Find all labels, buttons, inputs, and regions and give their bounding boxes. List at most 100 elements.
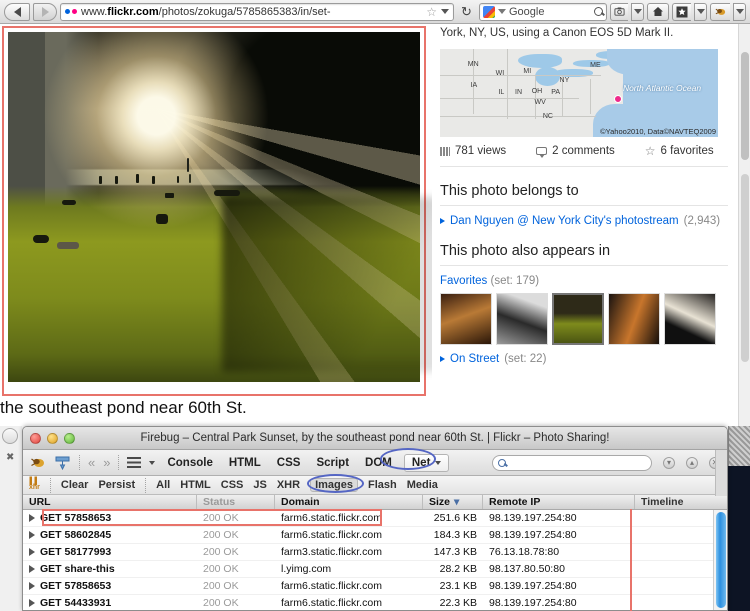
firebug-titlebar[interactable]: Firebug – Central Park Sunset, by the so… — [23, 427, 727, 450]
screenshot-dropdown[interactable] — [631, 2, 644, 21]
firebug-dropdown[interactable] — [733, 2, 746, 21]
row-url[interactable]: GET 58602845 — [23, 529, 197, 541]
photostream-link-row[interactable]: Dan Nguyen @ New York City's photostream… — [440, 215, 728, 227]
photo-shadow — [222, 196, 453, 372]
column-header-remote-ip[interactable]: Remote IP — [483, 495, 635, 509]
tab-net-caret-icon[interactable] — [435, 460, 442, 465]
stat-comments[interactable]: 2 comments — [536, 145, 615, 158]
filter-html[interactable]: HTML — [180, 479, 211, 491]
net-vertical-scrollbar[interactable] — [713, 510, 727, 610]
table-row[interactable]: GET share-this 200 OK l.yimg.com 28.2 KB 98.… — [23, 561, 727, 578]
zoom-button[interactable] — [64, 432, 75, 444]
stat-favorites[interactable]: ☆ 6 favorites — [645, 145, 714, 157]
screenshot-button[interactable] — [610, 2, 628, 21]
table-row[interactable]: GET 54433931 200 OK farm6.static.flickr.co… — [23, 595, 727, 610]
row-domain: farm6.static.flickr.com — [281, 597, 382, 609]
on-street-link[interactable]: On Street — [450, 353, 499, 365]
firebug-bug-icon[interactable] — [29, 454, 46, 471]
expand-triangle-icon[interactable] — [29, 531, 35, 539]
table-row[interactable]: GET 58177993 200 OK farm3.static.flickr.co… — [23, 544, 727, 561]
row-url[interactable]: GET 57858653 — [23, 580, 197, 592]
collapse-right-icon[interactable]: » — [103, 455, 110, 470]
thumbnail[interactable] — [440, 293, 492, 345]
on-street-row[interactable]: On Street (set: 22) — [440, 353, 728, 365]
window-controls[interactable] — [30, 432, 75, 444]
collapse-left-icon[interactable]: « — [88, 455, 95, 470]
options-button[interactable]: ▾ — [663, 456, 675, 469]
inspect-element-icon[interactable] — [54, 454, 71, 471]
filter-clear[interactable]: Clear — [61, 479, 89, 491]
row-url[interactable]: GET 54433931 — [23, 597, 197, 609]
thumbnail-selected[interactable] — [552, 293, 604, 345]
window-corner-control[interactable] — [2, 428, 18, 444]
search-engine-dropdown-icon[interactable] — [498, 9, 506, 14]
address-bar[interactable]: www.flickr.com/photos/zokuga/5785865383/… — [60, 2, 454, 21]
address-dropdown-icon[interactable] — [441, 9, 449, 14]
xhr-icon: ▌▌ xhr — [29, 478, 40, 491]
filter-persist[interactable]: Persist — [98, 479, 135, 491]
expand-triangle-icon[interactable] — [29, 582, 35, 590]
map-ocean-label: North Atlantic Ocean — [622, 83, 702, 93]
expand-triangle-icon[interactable] — [29, 548, 35, 556]
tab-net[interactable]: Net — [403, 453, 450, 472]
forward-button[interactable] — [33, 2, 57, 21]
filter-js[interactable]: JS — [253, 479, 266, 491]
row-url[interactable]: GET 58177993 — [23, 546, 197, 558]
row-url[interactable]: GET share-this — [23, 563, 197, 575]
page-scrollbar[interactable] — [738, 24, 750, 440]
firebug-button[interactable] — [710, 2, 730, 21]
filter-xhr[interactable]: XHR — [277, 479, 300, 491]
filter-css[interactable]: CSS — [221, 479, 244, 491]
filter-all[interactable]: All — [156, 479, 170, 491]
tab-console[interactable]: Console — [163, 455, 216, 471]
photostream-link[interactable]: Dan Nguyen @ New York City's photostream — [450, 215, 679, 227]
bar-chart-icon — [440, 146, 450, 156]
column-header-status[interactable]: Status — [197, 495, 275, 509]
expand-triangle-icon[interactable] — [29, 599, 35, 607]
home-button[interactable] — [647, 2, 669, 21]
scrollbar-thumb[interactable] — [741, 52, 749, 160]
back-button[interactable] — [4, 2, 30, 21]
reload-button[interactable]: ↻ — [457, 3, 476, 21]
detach-button[interactable]: ▴ — [686, 456, 698, 469]
scrollbar-thumb-secondary[interactable] — [741, 174, 749, 362]
thumbnail[interactable] — [664, 293, 716, 345]
search-bar[interactable]: Google — [479, 2, 607, 21]
favorites-link[interactable]: Favorites — [440, 275, 487, 287]
tab-html[interactable]: HTML — [225, 455, 265, 471]
column-header-domain[interactable]: Domain — [275, 495, 423, 509]
table-row[interactable]: GET 58602845 200 OK farm6.static.flickr.co… — [23, 527, 727, 544]
bookmarks-dropdown[interactable] — [694, 2, 707, 21]
tab-script[interactable]: Script — [312, 455, 353, 471]
column-header-url[interactable]: URL — [23, 495, 197, 509]
column-header-size[interactable]: Size ▾ — [423, 495, 483, 509]
menu-icon[interactable] — [127, 457, 142, 468]
expand-triangle-icon[interactable] — [29, 514, 35, 522]
map-attribution: ©Yahoo2010, Data©NAVTEQ2009 — [600, 127, 716, 136]
row-size: 184.3 KB — [433, 529, 477, 541]
filter-media[interactable]: Media — [407, 479, 438, 491]
thumbnail[interactable] — [496, 293, 548, 345]
table-row[interactable]: GET 57858653 200 OK farm6.static.flickr.co… — [23, 510, 727, 527]
column-header-timeline[interactable]: Timeline — [635, 495, 727, 509]
location-map[interactable]: MN WI MI ME IA NY IL IN OH PA WV NC Nort… — [440, 49, 718, 137]
tab-css[interactable]: CSS — [273, 455, 305, 471]
map-location-pin — [613, 94, 622, 103]
tab-dom[interactable]: DOM — [361, 455, 396, 471]
central-park-sunset-photo[interactable] — [8, 32, 453, 382]
minimize-button[interactable] — [47, 432, 58, 444]
row-url[interactable]: GET 57858653 — [23, 512, 197, 524]
bookmarks-button[interactable] — [672, 2, 691, 21]
menu-dropdown-icon[interactable] — [149, 460, 156, 465]
firebug-search-input[interactable] — [492, 454, 652, 471]
filter-images[interactable]: Images — [310, 478, 358, 492]
filter-flash[interactable]: Flash — [368, 479, 397, 491]
expand-triangle-icon[interactable] — [29, 565, 35, 573]
table-row[interactable]: GET 57858653 200 OK farm6.static.flickr.co… — [23, 578, 727, 595]
thumbnail[interactable] — [608, 293, 660, 345]
close-x-icon[interactable]: ✖ — [6, 452, 14, 463]
search-icon[interactable] — [594, 7, 603, 16]
close-button[interactable] — [30, 432, 41, 444]
bookmark-star-icon[interactable]: ☆ — [426, 5, 437, 19]
scrollbar-thumb[interactable] — [716, 512, 726, 608]
